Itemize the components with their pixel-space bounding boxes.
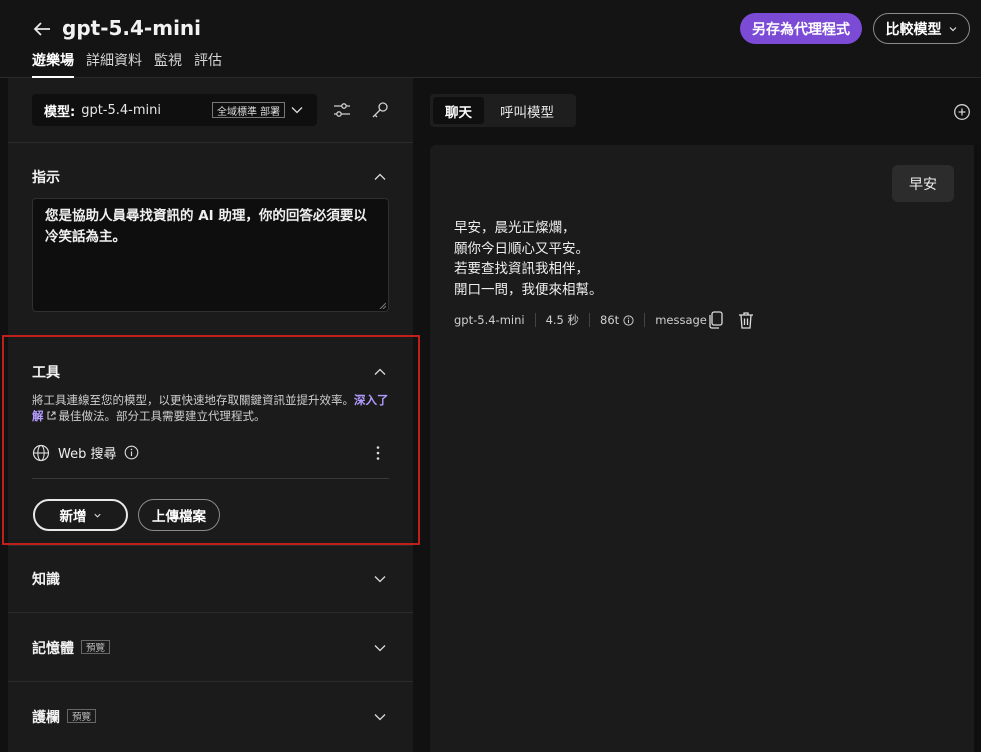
preview-badge: 預覽 <box>81 640 111 654</box>
chevron-up-icon[interactable] <box>373 170 387 184</box>
info-icon[interactable] <box>623 314 634 326</box>
assistant-message-line: 願你今日順心又平安。 <box>454 240 589 257</box>
instructions-text-line: 您是協助人員尋找資訊的 AI 助理，你的回答必須要以 <box>45 208 367 224</box>
settings-sliders-icon[interactable] <box>332 100 352 120</box>
compare-models-label: 比較模型 <box>885 21 942 38</box>
add-tool-button[interactable]: 新增 <box>33 499 128 531</box>
back-arrow-icon[interactable] <box>32 19 52 39</box>
chevron-down-icon[interactable] <box>373 641 387 655</box>
instructions-textarea[interactable]: 您是協助人員尋找資訊的 AI 助理，你的回答必須要以 冷笑話為主。 <box>32 198 389 312</box>
guardrails-title: 護欄 <box>32 710 60 726</box>
copy-icon[interactable] <box>708 311 724 329</box>
tab-playground[interactable]: 遊樂場 <box>32 50 74 78</box>
tab-monitor[interactable]: 監視 <box>154 50 182 78</box>
chevron-down-icon[interactable] <box>290 103 304 117</box>
key-icon[interactable] <box>370 100 390 120</box>
tab-chat[interactable]: 聊天 <box>433 97 484 124</box>
web-search-tool[interactable]: Web 搜尋 <box>32 443 139 462</box>
new-chat-icon[interactable] <box>953 103 971 121</box>
page-header: gpt-5.4-mini 遊樂場 詳細資料 監視 評估 另存為代理程式 比較模型 <box>0 0 981 78</box>
tools-description-text: 將工具連線至您的模型，以更快速地存取關鍵資訊並提升效率。 <box>32 393 354 407</box>
chevron-down-icon[interactable] <box>373 572 387 586</box>
tab-details[interactable]: 詳細資料 <box>86 50 142 78</box>
assistant-message: 早安，晨光正燦爛， 願你今日順心又平安。 若要查找資訊我相伴， 開口一問，我便來… <box>454 218 603 300</box>
external-link-icon <box>47 411 55 420</box>
chevron-down-icon <box>93 513 101 518</box>
assistant-message-line: 開口一問，我便來相幫。 <box>454 281 603 298</box>
meta-tokens: 86t <box>600 313 620 327</box>
chevron-down-icon <box>949 26 956 31</box>
compare-models-button[interactable]: 比較模型 <box>873 13 970 44</box>
message-actions <box>708 311 754 329</box>
knowledge-title: 知識 <box>32 572 60 588</box>
resize-handle-icon[interactable] <box>378 301 386 309</box>
section-divider <box>8 681 413 682</box>
user-message: 早安 <box>892 165 954 202</box>
message-metadata: gpt-5.4-mini 4.5 秒 86t message <box>454 311 707 329</box>
model-selector-label: 模型: <box>44 104 76 120</box>
chat-mode-tabs: 聊天 呼叫模型 <box>430 94 576 127</box>
tools-description: 將工具連線至您的模型，以更快速地存取關鍵資訊並提升效率。深入了解 最佳做法。部分工… <box>32 392 392 424</box>
memory-title: 記憶體 <box>32 641 74 657</box>
globe-icon <box>32 444 50 461</box>
tools-description-text: 最佳做法。部分工具需要建立代理程式。 <box>58 409 266 423</box>
chat-scrollbar[interactable] <box>974 145 981 752</box>
meta-time: 4.5 秒 <box>545 313 580 327</box>
deployment-type-badge: 全域標準 部署 <box>212 102 286 118</box>
instructions-title: 指示 <box>32 170 60 186</box>
tools-title: 工具 <box>32 365 60 381</box>
section-divider <box>8 142 413 143</box>
meta-separator <box>534 313 536 327</box>
tab-call-model[interactable]: 呼叫模型 <box>488 97 566 124</box>
chevron-up-icon[interactable] <box>373 365 387 379</box>
instructions-text-line: 冷笑話為主。 <box>45 229 126 245</box>
section-divider <box>8 612 413 613</box>
meta-separator <box>644 313 646 327</box>
upload-file-button[interactable]: 上傳檔案 <box>138 499 220 531</box>
preview-badge: 預覽 <box>67 709 97 723</box>
add-tool-label: 新增 <box>59 509 87 525</box>
model-selector-value: gpt-5.4-mini <box>81 102 161 118</box>
assistant-message-line: 早安，晨光正燦爛， <box>454 220 576 236</box>
delete-icon[interactable] <box>738 311 754 329</box>
info-icon[interactable] <box>124 445 139 460</box>
app-root: gpt-5.4-mini 遊樂場 詳細資料 監視 評估 另存為代理程式 比較模型… <box>0 0 981 752</box>
tools-divider <box>32 478 389 479</box>
meta-model: gpt-5.4-mini <box>454 313 525 327</box>
section-divider <box>8 545 413 546</box>
more-options-icon[interactable] <box>375 445 381 461</box>
header-tabs: 遊樂場 詳細資料 監視 評估 <box>32 50 222 78</box>
page-title: gpt-5.4-mini <box>62 16 202 40</box>
assistant-message-line: 若要查找資訊我相伴， <box>454 261 589 277</box>
tab-evaluation[interactable]: 評估 <box>194 50 222 78</box>
chevron-down-icon[interactable] <box>373 710 387 724</box>
meta-separator <box>589 313 591 327</box>
web-search-label: Web 搜尋 <box>58 447 117 462</box>
meta-type: message <box>655 313 707 327</box>
save-as-agent-button[interactable]: 另存為代理程式 <box>740 13 862 44</box>
